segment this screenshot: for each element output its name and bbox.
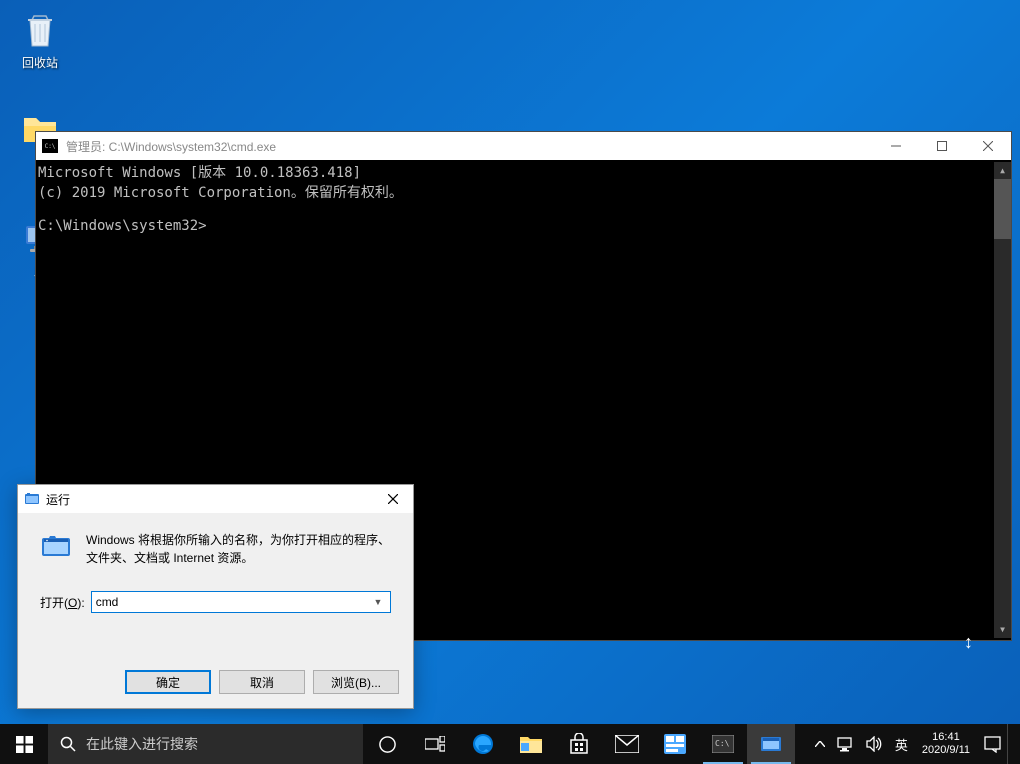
minimize-button[interactable] — [873, 132, 919, 160]
cmd-scrollbar[interactable]: ▲ ▼ — [994, 162, 1011, 638]
maximize-button[interactable] — [919, 132, 965, 160]
show-desktop-button[interactable] — [1007, 724, 1020, 764]
run-app-icon — [40, 531, 72, 563]
tray-ime-indicator[interactable]: 英 — [889, 724, 914, 764]
ok-button[interactable]: 确定 — [125, 670, 211, 694]
scroll-up-icon[interactable]: ▲ — [994, 162, 1011, 179]
run-open-label: 打开(O): — [40, 594, 85, 611]
cancel-button[interactable]: 取消 — [219, 670, 305, 694]
tray-time: 16:41 — [932, 731, 960, 744]
run-titlebar[interactable]: 运行 — [18, 485, 413, 513]
run-dialog[interactable]: 运行 Windows 将根据你所输入的名称，为你打开相应的程序、文件夹、文档或 … — [17, 484, 414, 709]
run-description: Windows 将根据你所输入的名称，为你打开相应的程序、文件夹、文档或 Int… — [86, 531, 391, 567]
taskbar-app-store[interactable] — [555, 724, 603, 764]
run-input[interactable] — [96, 595, 370, 609]
tray-notifications-button[interactable] — [978, 724, 1007, 764]
cmd-window-title: 管理员: C:\Windows\system32\cmd.exe — [66, 138, 873, 155]
run-dialog-title: 运行 — [46, 491, 373, 508]
tray-clock[interactable]: 16:41 2020/9/11 — [914, 724, 978, 764]
tray-overflow-button[interactable] — [809, 724, 831, 764]
tray-volume-icon[interactable] — [860, 724, 889, 764]
browse-button[interactable]: 浏览(B)... — [313, 670, 399, 694]
taskbar-app-run[interactable] — [747, 724, 795, 764]
desktop-icon-recycle-bin[interactable]: 回收站 — [5, 10, 75, 71]
taskbar-app-mail[interactable] — [603, 724, 651, 764]
recycle-bin-icon — [20, 10, 60, 50]
desktop-icon-label: 回收站 — [22, 54, 58, 71]
svg-text:C:\: C:\ — [715, 739, 730, 748]
taskbar-app-explorer[interactable] — [507, 724, 555, 764]
chevron-down-icon[interactable]: ▼ — [370, 597, 386, 607]
cmd-titlebar[interactable]: 管理员: C:\Windows\system32\cmd.exe — [36, 132, 1011, 160]
task-view-button[interactable] — [411, 724, 459, 764]
taskbar-search[interactable]: 在此键入进行搜索 — [48, 724, 363, 764]
start-button[interactable] — [0, 724, 48, 764]
taskbar-app-cmd[interactable]: C:\ — [699, 724, 747, 764]
tray-date: 2020/9/11 — [922, 744, 970, 757]
search-placeholder: 在此键入进行搜索 — [86, 734, 198, 754]
taskbar-app-edge[interactable] — [459, 724, 507, 764]
run-close-button[interactable] — [373, 485, 413, 513]
cortana-button[interactable] — [363, 724, 411, 764]
taskbar: 在此键入进行搜索 C:\ 英 16:41 20 — [0, 724, 1020, 764]
scroll-down-icon[interactable]: ▼ — [994, 621, 1011, 638]
close-button[interactable] — [965, 132, 1011, 160]
taskbar-app-msn[interactable] — [651, 724, 699, 764]
tray-network-icon[interactable] — [831, 724, 860, 764]
cmd-icon — [42, 139, 58, 153]
scroll-thumb[interactable] — [994, 179, 1011, 239]
search-icon — [60, 736, 76, 752]
run-combobox[interactable]: ▼ — [91, 591, 391, 613]
run-icon — [24, 491, 40, 507]
